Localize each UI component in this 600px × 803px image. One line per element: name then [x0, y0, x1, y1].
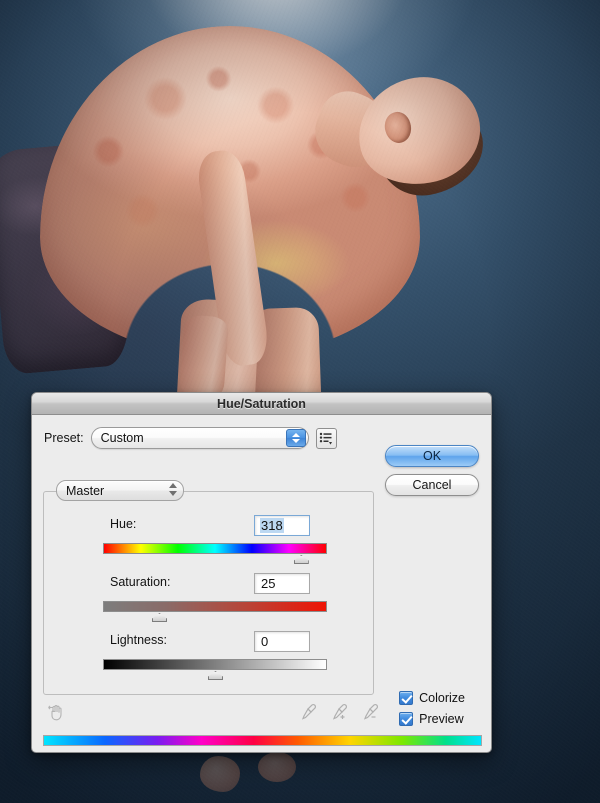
preset-menu-button[interactable]: [315, 427, 337, 449]
chevron-up-icon: [169, 483, 177, 488]
preset-value: Custom: [100, 431, 144, 445]
hue-value-field[interactable]: 318: [254, 515, 310, 536]
eyedropper-group: [300, 703, 379, 720]
dialog-titlebar[interactable]: Hue/Saturation: [32, 393, 491, 415]
color-bars: [43, 735, 482, 752]
options-group: Colorize Preview: [399, 691, 465, 726]
photoshop-canvas: Hue/Saturation Preset: Custom OK Cancel …: [0, 0, 600, 803]
saturation-value-field[interactable]: 25: [254, 573, 310, 594]
saturation-label: Saturation:: [110, 575, 171, 589]
hue-label: Hue:: [110, 517, 137, 531]
channel-stepper[interactable]: [169, 483, 177, 496]
preset-stepper[interactable]: [285, 429, 306, 447]
eyedropper-plus-icon[interactable]: [331, 703, 348, 720]
colorize-label: Colorize: [419, 691, 465, 705]
saturation-slider-track[interactable]: [103, 601, 327, 612]
ok-button-label: OK: [422, 449, 442, 463]
lightness-slider-track[interactable]: [103, 659, 327, 670]
preview-label: Preview: [419, 712, 464, 726]
colorize-checkbox[interactable]: [399, 691, 414, 705]
preview-checkbox-row[interactable]: Preview: [399, 712, 465, 726]
preview-checkbox[interactable]: [399, 712, 414, 726]
cancel-button-label: Cancel: [412, 478, 452, 492]
lightness-value: 0: [261, 634, 269, 649]
colorize-checkbox-row[interactable]: Colorize: [399, 691, 465, 705]
ok-button[interactable]: OK: [385, 445, 479, 467]
chevron-up-icon: [291, 433, 300, 437]
dialog-title: Hue/Saturation: [217, 396, 306, 411]
hue-slider-track[interactable]: [103, 543, 327, 554]
eyedropper-icon[interactable]: [300, 703, 317, 720]
channel-value: Master: [66, 483, 105, 498]
hue-value: 318: [260, 518, 284, 533]
list-menu-icon: [319, 432, 333, 445]
cancel-button[interactable]: Cancel: [385, 474, 479, 496]
source-spectrum-bar: [43, 735, 482, 746]
preset-row: Preset: Custom: [44, 427, 337, 449]
saturation-value: 25: [261, 576, 276, 591]
lightness-value-field[interactable]: 0: [254, 631, 310, 652]
chevron-down-icon: [169, 491, 177, 496]
lightness-label: Lightness:: [110, 633, 167, 647]
eyedropper-minus-icon[interactable]: [362, 703, 379, 720]
preset-dropdown[interactable]: Custom: [90, 427, 309, 449]
on-image-adjust-tool[interactable]: [46, 703, 66, 723]
scrubby-hand-icon: [48, 705, 62, 721]
preset-label: Preset:: [44, 431, 84, 445]
channel-dropdown[interactable]: Master: [56, 480, 184, 501]
chevron-down-icon: [291, 439, 300, 443]
hue-saturation-dialog: Hue/Saturation Preset: Custom OK Cancel …: [31, 392, 492, 753]
